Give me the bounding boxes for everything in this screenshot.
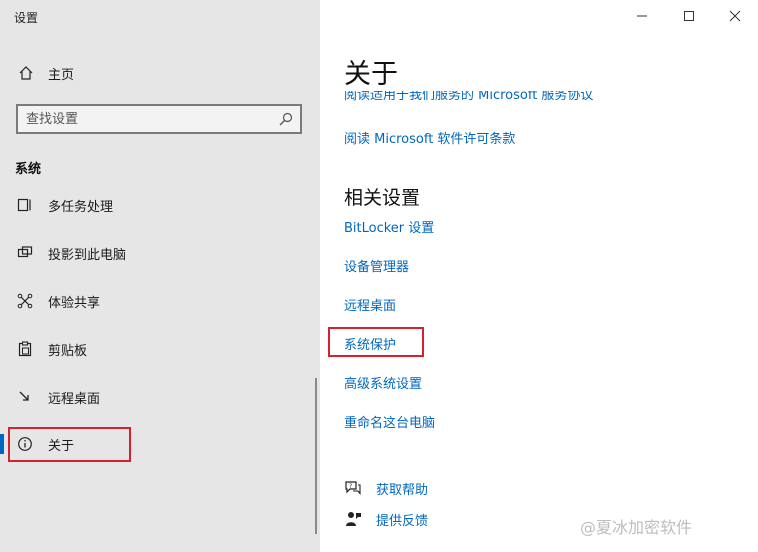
sidebar-item-label: 主页 <box>48 67 75 83</box>
sidebar-item-home[interactable]: 主页 <box>16 63 74 83</box>
give-feedback-label: 提供反馈 <box>376 513 429 529</box>
sidebar-item-shared-experiences[interactable]: 体验共享 <box>16 291 100 311</box>
sidebar-item-clipboard[interactable]: 剪贴板 <box>16 339 87 359</box>
selection-indicator <box>0 434 4 454</box>
maximize-button[interactable] <box>678 6 700 26</box>
search-box[interactable] <box>16 104 302 134</box>
sidebar-item-label: 远程桌面 <box>48 391 101 407</box>
app-title: 设置 <box>14 11 39 25</box>
share-icon <box>16 292 34 310</box>
clipboard-icon <box>16 340 34 358</box>
feedback-icon <box>344 510 362 528</box>
main-content: 关于 阅读适用于我们服务的 Microsoft 服务协议 阅读 Microsof… <box>320 0 758 552</box>
sidebar-item-project[interactable]: 投影到此电脑 <box>16 243 126 263</box>
advanced-system-settings-link[interactable]: 高级系统设置 <box>344 373 422 392</box>
rename-pc-link[interactable]: 重命名这台电脑 <box>344 412 435 431</box>
help-chat-icon: ? <box>344 479 362 497</box>
get-help-link[interactable]: ? 获取帮助 <box>344 478 428 498</box>
sidebar-item-label: 体验共享 <box>48 295 101 311</box>
license-terms-link[interactable]: 阅读 Microsoft 软件许可条款 <box>344 128 515 147</box>
get-help-label: 获取帮助 <box>376 482 429 498</box>
watermark: @夏冰加密软件 <box>580 518 693 537</box>
remote-desktop-link[interactable]: 远程桌面 <box>344 295 396 314</box>
highlight-box-system-protection <box>328 327 424 357</box>
search-icon[interactable] <box>278 111 294 127</box>
multitasking-icon <box>16 196 34 214</box>
device-manager-link[interactable]: 设备管理器 <box>344 256 409 275</box>
close-button[interactable] <box>724 6 746 26</box>
sidebar: 设置 主页 系统 多任务处理 投影到此电脑 体验共享 剪贴板 <box>0 0 320 552</box>
sidebar-item-label: 剪贴板 <box>48 343 88 359</box>
related-settings-title: 相关设置 <box>344 187 421 209</box>
bitlocker-settings-link[interactable]: BitLocker 设置 <box>344 217 434 236</box>
page-title: 关于 <box>344 59 398 90</box>
sidebar-scrollbar[interactable] <box>315 378 317 534</box>
highlight-box-about <box>8 427 131 462</box>
minimize-button[interactable] <box>631 6 653 26</box>
give-feedback-link[interactable]: 提供反馈 <box>344 509 428 529</box>
home-icon <box>16 63 36 83</box>
sidebar-item-label: 投影到此电脑 <box>48 247 127 263</box>
sidebar-item-remote-desktop[interactable]: 远程桌面 <box>16 387 100 407</box>
project-icon <box>16 244 34 262</box>
search-input[interactable] <box>26 110 266 128</box>
sidebar-item-multitasking[interactable]: 多任务处理 <box>16 195 113 215</box>
services-agreement-link[interactable]: 阅读适用于我们服务的 Microsoft 服务协议 <box>344 91 593 103</box>
remote-desktop-icon <box>16 388 34 406</box>
sidebar-item-label: 多任务处理 <box>48 199 114 215</box>
section-header-system: 系统 <box>15 162 42 177</box>
svg-text:?: ? <box>349 483 352 490</box>
